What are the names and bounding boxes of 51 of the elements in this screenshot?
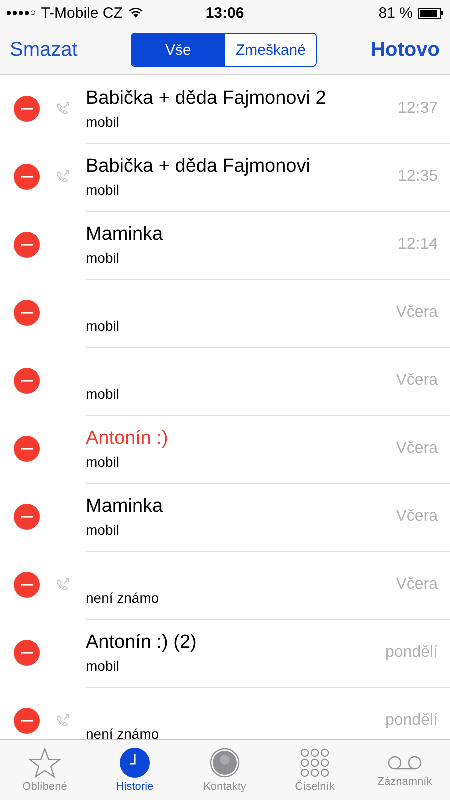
- phone-type: mobil: [86, 114, 120, 130]
- battery-percent: 81 %: [378, 4, 413, 22]
- call-time: 12:37: [398, 100, 438, 118]
- delete-icon[interactable]: [14, 300, 40, 326]
- clock-time: 13:06: [206, 4, 244, 22]
- delete-icon[interactable]: [14, 572, 40, 598]
- delete-icon[interactable]: [14, 640, 40, 666]
- call-time: pondělí: [386, 644, 438, 662]
- phone-type: mobil: [86, 522, 120, 538]
- call-time: Včera: [396, 440, 438, 458]
- call-time: pondělí: [386, 712, 438, 730]
- phone-type: mobil: [86, 250, 120, 266]
- filter-tab[interactable]: Zmeškané: [224, 34, 316, 66]
- phone-type: není známo: [86, 726, 160, 739]
- delete-icon[interactable]: [14, 436, 40, 462]
- delete-icon[interactable]: [14, 504, 40, 530]
- call-time: 12:35: [398, 168, 438, 186]
- phone-type: mobil: [86, 454, 120, 470]
- phone-type: není známo: [86, 590, 160, 606]
- signal-strength: ●●●●○: [6, 8, 36, 18]
- phone-type: mobil: [86, 318, 120, 334]
- call-time: Včera: [396, 372, 438, 390]
- call-time: Včera: [396, 304, 438, 322]
- contact-name: Antonín :) (2): [86, 632, 198, 654]
- person-icon: [210, 748, 240, 778]
- carrier-name: T-Mobile CZ: [41, 4, 123, 22]
- contact-name: Maminka: [86, 224, 164, 246]
- contact-name: Babička + děda Fajmonovi 2: [86, 88, 328, 110]
- call-time: 12:14: [398, 236, 438, 254]
- delete-icon[interactable]: [14, 232, 40, 258]
- wifi-icon: [128, 7, 144, 19]
- phone-type: mobil: [86, 182, 120, 198]
- contact-name: Maminka: [86, 496, 164, 518]
- delete-icon[interactable]: [14, 368, 40, 394]
- delete-icon[interactable]: [14, 96, 40, 122]
- battery-icon: [418, 8, 444, 18]
- delete-button[interactable]: Smazat: [10, 38, 78, 62]
- phone-type: mobil: [86, 658, 120, 674]
- tab-item[interactable]: Historie: [90, 740, 180, 800]
- contact-name: Antonín :): [86, 428, 170, 450]
- filter-tab[interactable]: Vše: [132, 34, 224, 66]
- contact-name: Babička + děda Fajmonovi: [86, 156, 312, 178]
- phone-type: mobil: [86, 386, 120, 402]
- delete-icon[interactable]: [14, 708, 40, 734]
- keypad-icon: [300, 748, 330, 778]
- clock-icon: [120, 748, 150, 778]
- star-icon: [29, 748, 61, 778]
- call-time: Včera: [396, 576, 438, 594]
- delete-icon[interactable]: [14, 164, 40, 190]
- done-button[interactable]: Hotovo: [371, 38, 440, 62]
- call-time: Včera: [396, 508, 438, 526]
